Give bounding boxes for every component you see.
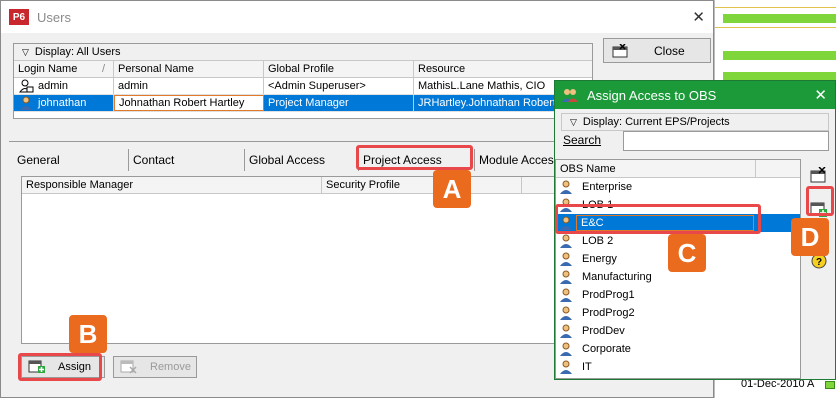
search-input[interactable]: [623, 131, 829, 151]
table-row[interactable]: admin admin <Admin Superuser> MathisL.La…: [14, 78, 592, 95]
list-item[interactable]: IT: [556, 358, 800, 376]
col-responsible-manager[interactable]: Responsible Manager: [22, 177, 322, 193]
list-item[interactable]: Enterprise: [556, 178, 800, 196]
chevron-down-icon: ▽: [22, 46, 29, 57]
highlight-side-assign: [806, 186, 834, 216]
obs-node-icon: [560, 288, 572, 302]
close-button[interactable]: Close: [603, 38, 711, 63]
display-options-bar[interactable]: ▽ Display: All Users: [14, 44, 592, 61]
window-title: Users: [37, 9, 71, 25]
list-item[interactable]: ProdProg1: [556, 286, 800, 304]
svg-text:?: ?: [816, 257, 822, 268]
obs-name: IT: [582, 361, 592, 373]
obs-name: LOB 2: [582, 235, 614, 247]
user-icon: [20, 96, 32, 110]
login-cell: johnathan: [14, 95, 114, 111]
gantt-line: [715, 27, 836, 28]
close-button-label: Close: [654, 43, 685, 58]
remove-icon: [120, 360, 137, 374]
close-window-icon: [612, 43, 628, 57]
obs-name: ProdProg2: [582, 307, 635, 319]
window-close-icon[interactable]: ✕: [692, 8, 705, 26]
highlight-assign: [18, 353, 102, 381]
list-item[interactable]: Corporate: [556, 340, 800, 358]
col-login-name-label: Login Name: [18, 63, 78, 75]
project-access-header: Responsible Manager Security Profile: [22, 177, 560, 194]
users-header: Login Name / Personal Name Global Profil…: [14, 61, 592, 78]
obs-titlebar: Assign Access to OBS ✕: [555, 81, 835, 109]
obs-name: ProdProg1: [582, 289, 635, 301]
login-name: admin: [38, 80, 68, 92]
callout-d: D: [791, 218, 829, 256]
search-label: Search: [563, 133, 602, 147]
list-item[interactable]: ProdProg2: [556, 304, 800, 322]
obs-node-icon: [560, 306, 572, 320]
obs-display-bar[interactable]: ▽ Display: Current EPS/Projects: [561, 113, 829, 131]
tab-global-access[interactable]: Global Access: [245, 149, 359, 171]
callout-a: A: [433, 170, 471, 208]
tab-contact[interactable]: Contact: [129, 149, 245, 171]
col-obs-extra: [756, 160, 800, 177]
login-name: johnathan: [38, 97, 87, 109]
obs-users-icon: [562, 89, 578, 102]
remove-button[interactable]: Remove: [113, 356, 197, 378]
admin-user-icon: [19, 79, 34, 93]
obs-node-icon: [560, 342, 572, 356]
obs-search-row: Search: [563, 133, 601, 147]
col-obs-name[interactable]: OBS Name: [556, 160, 756, 177]
table-row-selected[interactable]: johnathan Johnathan Robert Hartley Proje…: [14, 95, 592, 112]
list-item[interactable]: ProdDev: [556, 322, 800, 340]
obs-node-icon: [560, 252, 572, 266]
users-titlebar: P6 Users ✕: [1, 1, 713, 33]
obs-name: Enterprise: [582, 181, 633, 193]
global-profile: Project Manager: [264, 95, 414, 111]
col-security-profile[interactable]: Security Profile: [322, 177, 522, 193]
chevron-down-icon: ▽: [570, 116, 577, 127]
col-resource[interactable]: Resource: [414, 61, 592, 77]
personal-name: admin: [114, 78, 264, 94]
gantt-line: [715, 7, 836, 8]
obs-name: ProdDev: [582, 325, 625, 337]
gantt-milestone: [825, 381, 835, 389]
col-global-profile[interactable]: Global Profile: [264, 61, 414, 77]
remove-button-label: Remove: [150, 361, 191, 373]
obs-dialog-title: Assign Access to OBS: [587, 87, 717, 103]
tab-module-access[interactable]: Module Acces: [475, 149, 555, 171]
close-window-icon[interactable]: [810, 166, 828, 183]
obs-node-icon: [560, 360, 572, 374]
obs-display-label: Display: Current EPS/Projects: [582, 116, 730, 128]
tab-general[interactable]: General: [13, 149, 129, 171]
obs-name: Corporate: [582, 343, 631, 355]
gantt-bar: [723, 51, 836, 60]
obs-node-icon: [560, 180, 572, 194]
callout-c: C: [668, 234, 706, 272]
personal-name[interactable]: Johnathan Robert Hartley: [114, 95, 264, 111]
col-login-name[interactable]: Login Name /: [14, 61, 114, 77]
app-logo: P6: [9, 9, 29, 25]
highlight-project-access: [356, 145, 473, 170]
users-grid: ▽ Display: All Users Login Name / Person…: [13, 43, 593, 119]
obs-close-icon[interactable]: ✕: [814, 86, 827, 104]
login-cell: admin: [14, 78, 114, 94]
col-personal-name[interactable]: Personal Name: [114, 61, 264, 77]
gantt-bar: [723, 14, 836, 23]
obs-list-header: OBS Name: [556, 160, 800, 178]
obs-name: Energy: [582, 253, 617, 265]
obs-node-icon: [560, 234, 572, 248]
obs-name: Manufacturing: [582, 271, 652, 283]
obs-node-icon: [560, 270, 572, 284]
callout-b: B: [69, 315, 107, 353]
display-label: Display: All Users: [34, 46, 121, 58]
obs-node-icon: [560, 324, 572, 338]
global-profile: <Admin Superuser>: [264, 78, 414, 94]
sort-indicator-icon: /: [101, 63, 105, 75]
highlight-ec: [555, 204, 761, 234]
details-tabs: General Contact Global Access Project Ac…: [13, 149, 555, 171]
